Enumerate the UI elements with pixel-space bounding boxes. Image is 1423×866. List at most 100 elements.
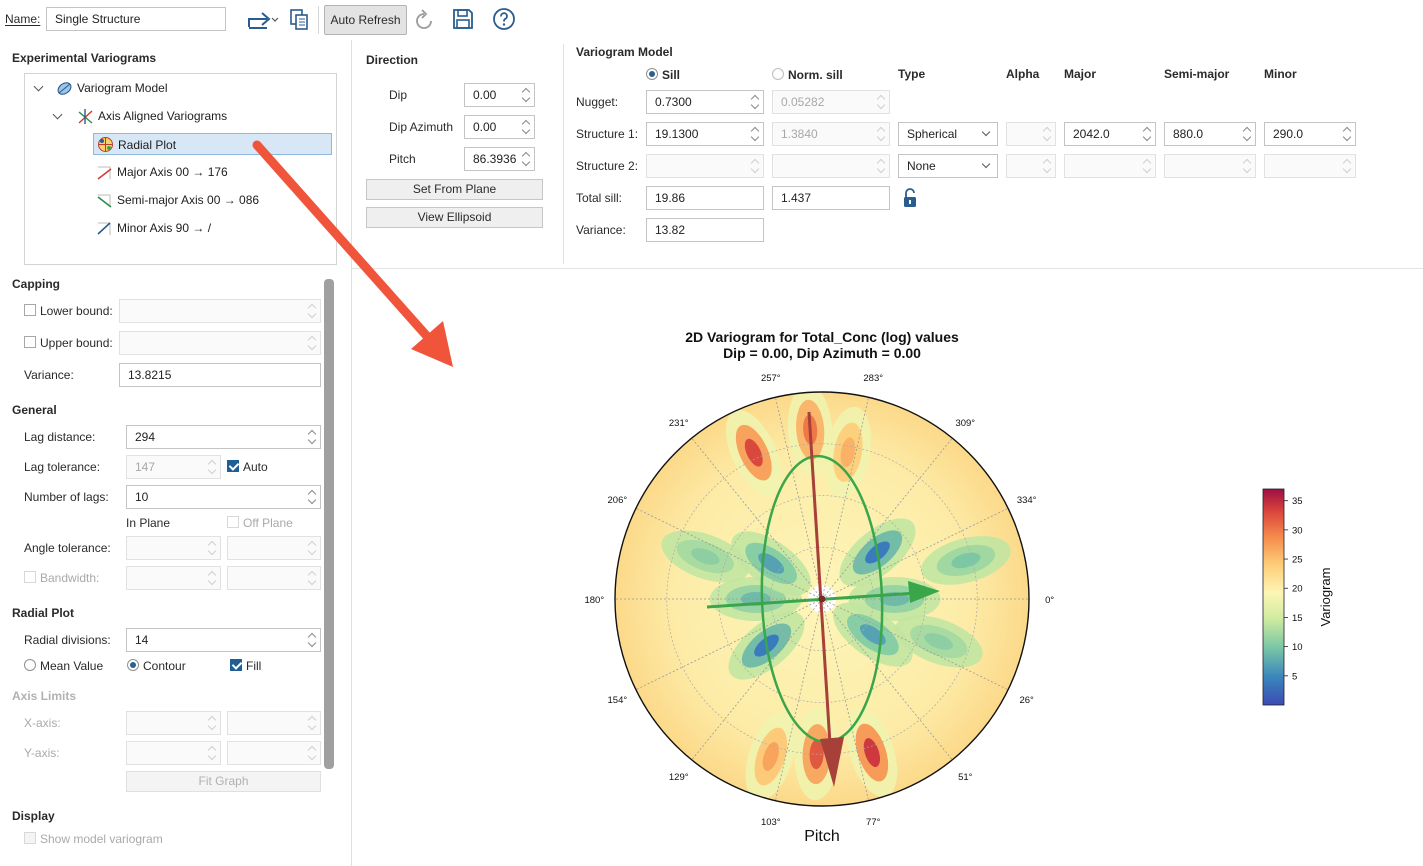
angle-tick-label: 283° (863, 373, 883, 384)
colorbar-tick-label: 15 (1292, 613, 1303, 624)
total-norm-input[interactable]: 1.437 (772, 186, 890, 210)
structure1-semi-major-input[interactable]: 880.0 (1164, 122, 1256, 146)
auto-label: Auto (243, 460, 268, 474)
capping-title: Capping (12, 277, 60, 291)
radial-divisions-input[interactable]: 14 (126, 628, 321, 652)
structure2-semi-major-input[interactable] (1164, 154, 1256, 178)
angle-tolerance-off-plane-input[interactable] (227, 536, 321, 560)
angle-tick-label: 180° (584, 595, 604, 606)
structure2-alpha-input[interactable] (1006, 154, 1056, 178)
number-of-lags-input[interactable]: 10 (126, 485, 321, 509)
auto-refresh-button[interactable]: Auto Refresh (324, 5, 407, 35)
bandwidth-checkbox[interactable] (24, 571, 36, 583)
lag-distance-input[interactable]: 294 (126, 425, 321, 449)
variogram-model-icon (56, 80, 73, 97)
chevron-down-icon[interactable] (33, 81, 44, 92)
export-icon[interactable] (245, 7, 279, 31)
structure2-norm-input[interactable] (772, 154, 890, 178)
structure2-sill-input[interactable] (646, 154, 764, 178)
structure1-alpha-input[interactable] (1006, 122, 1056, 146)
total-sill-input[interactable]: 19.86 (646, 186, 764, 210)
model-variance-label: Variance: (576, 223, 626, 237)
structure1-minor-input[interactable]: 290.0 (1264, 122, 1356, 146)
lag-tolerance-input[interactable]: 147 (126, 455, 221, 479)
structure2-label: Structure 2: (576, 159, 639, 173)
fit-graph-button[interactable]: Fit Graph (126, 771, 321, 792)
radial-variogram-plot: 0° 26° 51° 77° 103° 129° 154° 180° 206° 231° 257° 2… (584, 373, 1333, 828)
structure1-major-input[interactable]: 2042.0 (1064, 122, 1156, 146)
x-axis-title: Pitch (804, 828, 840, 845)
total-sill-label: Total sill: (576, 191, 623, 205)
tree-item-variogram-model[interactable]: Variogram Model (56, 77, 326, 99)
norm-sill-radio[interactable] (772, 68, 784, 80)
name-label: Name: (5, 12, 41, 26)
x-axis-min-input[interactable] (126, 711, 221, 735)
lower-bound-checkbox[interactable] (24, 304, 36, 316)
radial-plot-icon (97, 136, 114, 153)
structure2-major-input[interactable] (1064, 154, 1156, 178)
dip-label: Dip (389, 88, 408, 102)
lag-tolerance-label: Lag tolerance: (24, 460, 101, 474)
angle-tick-label: 77° (866, 817, 881, 828)
tree-item-axis-aligned[interactable]: Axis Aligned Variograms (77, 105, 327, 127)
fill-checkbox[interactable] (230, 659, 242, 671)
toolbar-divider (318, 6, 319, 34)
angle-tick-label: 154° (608, 695, 628, 706)
help-icon[interactable] (492, 7, 516, 31)
chevron-down-icon[interactable] (52, 109, 63, 120)
contour-radio[interactable] (127, 659, 139, 671)
mean-value-label: Mean Value (40, 659, 104, 673)
unlock-icon[interactable] (902, 188, 918, 208)
nugget-norm-input[interactable]: 0.05282 (772, 90, 890, 114)
radial-plot-title: Radial Plot (12, 606, 75, 620)
structure2-type-select[interactable]: None (898, 154, 998, 178)
structure2-minor-input[interactable] (1264, 154, 1356, 178)
name-input[interactable]: Single Structure (46, 7, 226, 31)
copy-icon[interactable] (288, 7, 310, 31)
minor-axis-icon (96, 220, 113, 237)
bandwidth-off-plane-input[interactable] (227, 566, 321, 590)
upper-bound-label: Upper bound: (40, 336, 113, 350)
chevron-down-icon (981, 159, 991, 169)
off-plane-checkbox[interactable] (227, 516, 239, 528)
colorbar-tick-label: 25 (1292, 555, 1303, 566)
contour-label: Contour (143, 659, 186, 673)
axis-aligned-icon (77, 108, 94, 125)
angle-tick-label: 0° (1045, 595, 1054, 606)
structure1-sill-input[interactable]: 19.1300 (646, 122, 764, 146)
x-axis-max-input[interactable] (227, 711, 321, 735)
structure1-norm-input[interactable]: 1.3840 (772, 122, 890, 146)
bandwidth-in-plane-input[interactable] (126, 566, 221, 590)
chart-area: 2D Variogram for Total_Conc (log) values… (352, 269, 1423, 866)
angle-tick-label: 257° (761, 373, 781, 384)
mean-value-radio[interactable] (24, 659, 36, 671)
x-axis-label: X-axis: (24, 716, 61, 730)
y-axis-max-input[interactable] (227, 741, 321, 765)
auto-checkbox[interactable] (227, 460, 239, 472)
fill-label: Fill (246, 659, 262, 673)
general-title: General (12, 403, 57, 417)
sill-radio[interactable] (646, 68, 658, 80)
major-axis-icon (96, 164, 113, 181)
colorbar-tick-label: 20 (1292, 584, 1303, 595)
angle-tick-label: 51° (958, 772, 973, 783)
in-plane-label: In Plane (126, 516, 171, 530)
colorbar-tick-label: 5 (1292, 671, 1297, 682)
norm-sill-label: Norm. sill (788, 68, 843, 82)
angle-tolerance-in-plane-input[interactable] (126, 536, 221, 560)
colorbar-tick-label: 30 (1292, 525, 1303, 536)
model-variance-input[interactable]: 13.82 (646, 218, 764, 242)
annotation-arrow (252, 140, 453, 367)
y-axis-label: Y-axis: (24, 746, 60, 760)
structure1-type-select[interactable]: Spherical (898, 122, 998, 146)
nugget-sill-input[interactable]: 0.7300 (646, 90, 764, 114)
y-axis-min-input[interactable] (126, 741, 221, 765)
show-model-checkbox[interactable] (24, 832, 36, 844)
upper-bound-checkbox[interactable] (24, 336, 36, 348)
dip-input[interactable]: 0.00 (464, 83, 535, 107)
refresh-icon[interactable] (413, 8, 437, 32)
angle-tick-label: 309° (955, 418, 975, 429)
colorbar (1262, 488, 1285, 706)
save-icon[interactable] (451, 7, 475, 31)
colorbar-tick-label: 35 (1292, 496, 1303, 507)
